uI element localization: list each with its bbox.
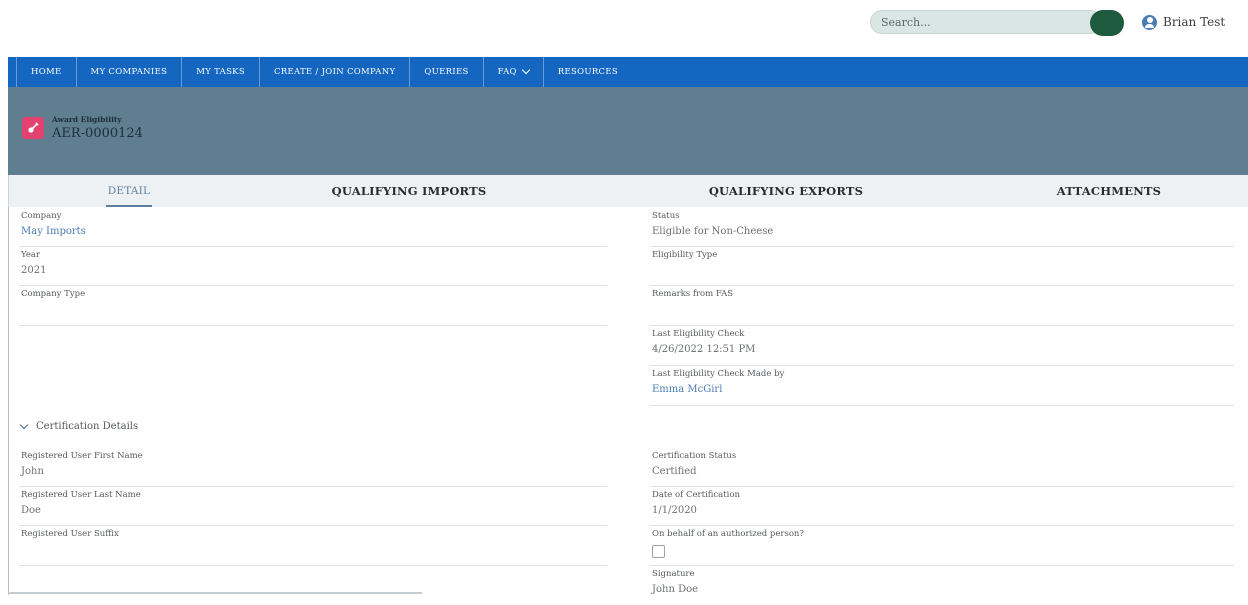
field-value: Doe xyxy=(21,505,41,516)
field-registered-user-suffix: Registered User Suffix xyxy=(19,525,607,566)
user-name: Brian Test xyxy=(1163,15,1226,29)
field-registered-user-last-name: Registered User Last Name Doe xyxy=(19,486,607,526)
field-value: 4/26/2022 12:51 PM xyxy=(652,344,756,355)
field-label: Eligibility Type xyxy=(652,250,718,260)
company-link[interactable]: May Imports xyxy=(21,226,86,237)
field-label: Remarks from FAS xyxy=(652,289,734,299)
checked-by-link[interactable]: Emma McGirl xyxy=(652,384,722,395)
tab-attachments[interactable]: ATTACHMENTS xyxy=(1024,175,1194,207)
tab-detail[interactable]: DETAIL xyxy=(69,175,189,207)
field-date-of-certification: Date of Certification 1/1/2020 xyxy=(650,486,1234,526)
nav-item-my-tasks[interactable]: MY TASKS xyxy=(181,57,259,87)
field-label: Registered User Last Name xyxy=(21,490,141,500)
field-label: Status xyxy=(652,211,680,221)
nav-item-label: QUERIES xyxy=(424,67,469,77)
nav-item-create-join-company[interactable]: CREATE / JOIN COMPANY xyxy=(258,57,409,87)
record-type-label: Award Eligibility xyxy=(52,115,122,124)
field-signature: Signature John Doe xyxy=(650,565,1234,605)
field-label: Company Type xyxy=(21,289,86,299)
user-avatar-icon xyxy=(1142,14,1157,30)
nav-item-label: HOME xyxy=(31,67,62,77)
field-label: Signature xyxy=(652,569,695,579)
field-value: 2021 xyxy=(21,265,47,276)
field-eligibility-type: Eligibility Type xyxy=(650,246,1234,286)
field-label: Registered User First Name xyxy=(21,451,143,461)
chevron-down-icon xyxy=(19,420,29,430)
main-nav: HOME MY COMPANIES MY TASKS CREATE / JOIN… xyxy=(8,57,1248,87)
tab-label: DETAIL xyxy=(107,185,151,197)
nav-item-label: CREATE / JOIN COMPANY xyxy=(273,67,396,77)
user-menu[interactable]: Brian Test xyxy=(1142,12,1225,32)
tab-label: QUALIFYING IMPORTS xyxy=(331,184,487,198)
search-input[interactable] xyxy=(870,10,1102,34)
field-year: Year 2021 xyxy=(19,246,607,286)
field-value: John Doe xyxy=(652,584,699,595)
record-header: Award Eligibility AER-0000124 xyxy=(8,87,1248,175)
horizontal-scrollbar[interactable] xyxy=(8,592,422,594)
field-remarks-from-fas: Remarks from FAS xyxy=(650,285,1234,326)
tab-label: ATTACHMENTS xyxy=(1056,184,1162,198)
record-tabs: DETAIL QUALIFYING IMPORTS QUALIFYING EXP… xyxy=(8,175,1248,207)
tab-qualifying-exports[interactable]: QUALIFYING EXPORTS xyxy=(686,175,886,207)
field-value: John xyxy=(21,466,44,477)
field-company-type: Company Type xyxy=(19,285,607,326)
tab-label: QUALIFYING EXPORTS xyxy=(708,184,864,198)
field-company: Company May Imports xyxy=(19,207,607,247)
tab-qualifying-imports[interactable]: QUALIFYING IMPORTS xyxy=(309,175,509,207)
field-value: Eligible for Non-Cheese xyxy=(652,226,774,237)
record-name: AER-0000124 xyxy=(52,126,143,141)
nav-item-my-companies[interactable]: MY COMPANIES xyxy=(75,57,182,87)
field-certification-status: Certification Status Certified xyxy=(650,447,1234,487)
award-icon xyxy=(22,117,44,139)
section-title: Certification Details xyxy=(36,421,139,432)
top-header: Brian Test xyxy=(0,0,1248,48)
field-last-eligibility-check: Last Eligibility Check 4/26/2022 12:51 P… xyxy=(650,325,1234,366)
nav-item-label: MY TASKS xyxy=(196,67,245,77)
nav-item-label: FAQ xyxy=(497,67,517,77)
nav-item-label: MY COMPANIES xyxy=(90,67,168,77)
global-search xyxy=(870,10,1124,36)
nav-item-queries[interactable]: QUERIES xyxy=(409,57,482,87)
field-last-eligibility-check-made-by: Last Eligibility Check Made by Emma McGi… xyxy=(650,365,1234,406)
nav-item-home[interactable]: HOME xyxy=(16,57,76,87)
field-label: Certification Status xyxy=(652,451,737,461)
field-label: Year xyxy=(21,250,41,260)
field-registered-user-first-name: Registered User First Name John xyxy=(19,447,607,487)
nav-item-faq[interactable]: FAQ xyxy=(482,57,543,87)
field-label: Last Eligibility Check xyxy=(652,329,745,339)
search-button[interactable] xyxy=(1090,10,1124,36)
field-label: Date of Certification xyxy=(652,490,740,500)
field-value: Certified xyxy=(652,466,697,477)
field-status: Status Eligible for Non-Cheese xyxy=(650,207,1234,247)
field-value: 1/1/2020 xyxy=(652,505,697,516)
field-label: Last Eligibility Check Made by xyxy=(652,369,785,379)
on-behalf-checkbox[interactable] xyxy=(652,545,665,558)
field-on-behalf-of-authorized-person: On behalf of an authorized person? xyxy=(650,525,1234,566)
field-label: Company xyxy=(21,211,62,221)
chevron-down-icon xyxy=(521,65,531,75)
field-label: Registered User Suffix xyxy=(21,529,119,539)
detail-panel: Company May Imports Year 2021 Company Ty… xyxy=(8,207,1248,595)
nav-item-label: RESOURCES xyxy=(557,67,618,77)
section-toggle-certification-details[interactable]: Certification Details xyxy=(19,420,139,432)
nav-item-resources[interactable]: RESOURCES xyxy=(542,57,632,87)
field-label: On behalf of an authorized person? xyxy=(652,529,804,539)
